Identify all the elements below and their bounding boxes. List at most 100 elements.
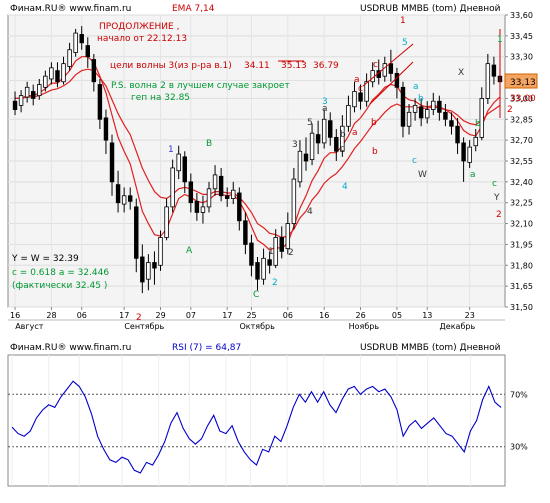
candle-body: [55, 70, 60, 83]
candle-body: [164, 206, 169, 238]
candle-body: [255, 262, 260, 280]
wave-label: 3: [322, 97, 328, 107]
candle-body: [473, 136, 478, 147]
wave-label: c: [340, 144, 345, 154]
candle-body: [485, 63, 491, 99]
wave-label: 5: [402, 38, 408, 48]
price-y-tick-label: 32,70: [510, 136, 533, 145]
wave-label: 2: [496, 210, 502, 220]
month-label: Ноябрь: [349, 322, 380, 331]
wave-label: 2: [507, 105, 513, 115]
price-y-tick-label: 31,65: [510, 282, 533, 291]
candle-body: [249, 242, 254, 266]
chart-svg: Финам.RU® www.finam.ru EMA 7,14 USDRUB М…: [7, 4, 538, 487]
price-x-tick-label: 06: [77, 311, 87, 320]
candle-body: [43, 75, 48, 88]
price-x-tick-label: 17: [119, 311, 129, 320]
candle-body: [388, 63, 394, 74]
candle-body: [37, 84, 42, 97]
annotation-y-eq-w: Y = W = 32.39: [11, 254, 79, 264]
price-y-tick-label: 33,30: [510, 53, 533, 62]
last-price-label: 33,13: [510, 78, 536, 88]
wave-label: c: [412, 156, 417, 166]
wave-label: c: [492, 179, 497, 189]
candle-body: [49, 67, 54, 80]
annotation-c-eq: c = 0.618 a = 32.446: [12, 268, 109, 278]
candle-body: [315, 134, 321, 144]
wave-label: 1: [168, 145, 174, 155]
price-y-tick-label: 32,85: [510, 115, 533, 124]
price-x-tick-label: 06: [283, 311, 293, 320]
candle-body: [79, 34, 84, 44]
price-x-tick-label: 05: [392, 311, 402, 320]
candle-body: [443, 111, 448, 120]
wave-label: b: [340, 130, 346, 140]
price-x-axis: 16 28 06 17 29 07 17 25 06 16 26 05 13 23 Август Сентяб…: [8, 307, 505, 331]
candle-body: [455, 125, 460, 144]
candle-body: [188, 181, 194, 204]
price-y-tick-label: 32,25: [510, 199, 533, 208]
candle-body: [152, 262, 157, 269]
candle-body: [291, 178, 297, 224]
price-x-tick-label: 26: [356, 311, 366, 320]
wave-label: a: [352, 128, 358, 138]
candle-body: [358, 92, 363, 102]
month-label: Сентябрь: [124, 322, 164, 331]
wave-label: 2: [136, 313, 142, 323]
candle-body: [97, 84, 103, 120]
chart-root: Финам.RU® www.finam.ru EMA 7,14 USDRUB М…: [0, 0, 550, 499]
wave-label: X: [458, 68, 464, 78]
candle-body: [431, 100, 436, 110]
candle-body: [400, 86, 406, 127]
candle-body: [267, 259, 272, 266]
candle-body: [18, 95, 24, 106]
candle-body: [479, 98, 485, 138]
candle-body: [425, 109, 430, 119]
candle-body: [321, 118, 327, 144]
candle-body: [309, 132, 315, 161]
wave-label: B: [206, 139, 212, 149]
candle-body: [30, 91, 36, 99]
annotation-actual: (фактически 32.45 ): [12, 281, 107, 291]
price-x-tick-label: 16: [10, 311, 20, 320]
candle-body: [352, 91, 357, 108]
candle-body: [115, 184, 121, 204]
wave-label: c: [373, 60, 378, 70]
price-header-ema: EMA 7,14: [172, 4, 215, 14]
candle-body: [449, 120, 454, 127]
price-x-tick-label: 07: [186, 311, 196, 320]
candle-body: [261, 257, 266, 280]
candle-body: [224, 195, 230, 199]
wave-label: 2: [272, 278, 278, 288]
annotation-continuation-2: начало от 22.12.13: [97, 34, 187, 44]
candle-body: [334, 136, 339, 152]
annotation-target-1: 34.11: [244, 61, 270, 71]
wave-label: C: [253, 290, 259, 300]
month-label: Октябрь: [240, 322, 276, 331]
candle-body: [158, 237, 163, 266]
annotation-ps-1: P.S. волна 2 в лучшем случае закроет: [111, 81, 290, 91]
candle-body: [303, 153, 309, 162]
annotation-target-2: 35.13: [281, 61, 307, 71]
candle-body: [182, 156, 187, 183]
price-y-tick-label: 31,50: [510, 303, 533, 312]
candle-body: [394, 73, 400, 88]
wave-label: b: [418, 94, 424, 104]
price-x-tick-label: 29: [156, 311, 166, 320]
candle-body: [243, 220, 248, 245]
rsi-header-right: USDRUB ММВБ (tom) Дневной: [360, 343, 501, 353]
price-markers: 33,13 33,00: [504, 73, 538, 104]
candle-body: [12, 100, 18, 110]
price-x-tick-label: 28: [46, 311, 56, 320]
wave-label: 4: [307, 207, 313, 217]
candle-body: [412, 104, 418, 113]
candle-body: [382, 63, 388, 77]
candle-body: [146, 262, 151, 280]
wave-label: 1: [400, 16, 406, 26]
candle-body: [176, 153, 181, 172]
candle-body: [461, 142, 466, 162]
candle-body: [134, 206, 139, 259]
candle-body: [279, 237, 284, 252]
price-header-left: Финам.RU® www.finam.ru: [10, 4, 131, 14]
price-x-tick-label: 17: [222, 311, 232, 320]
